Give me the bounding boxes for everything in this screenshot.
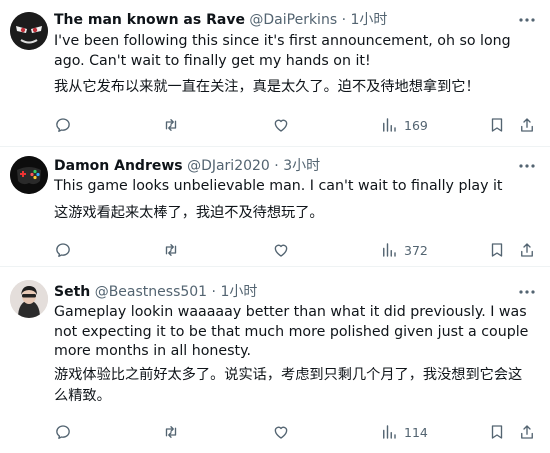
share-icon xyxy=(521,118,533,132)
retweet-icon xyxy=(165,119,177,131)
bookmark-icon xyxy=(491,118,503,132)
heart-icon xyxy=(274,244,288,257)
separator-dot: · xyxy=(211,284,216,300)
share-icon xyxy=(521,243,533,257)
views-count: 114 xyxy=(404,424,428,440)
timestamp[interactable]: 1小时 xyxy=(350,12,387,28)
reply-icon xyxy=(56,118,70,132)
share-button[interactable] xyxy=(518,240,536,260)
like-button[interactable] xyxy=(272,422,290,442)
share-icon xyxy=(521,425,533,439)
bookmark-icon xyxy=(491,425,503,439)
separator-dot: · xyxy=(274,158,279,174)
retweet-button[interactable] xyxy=(162,115,180,135)
views-icon xyxy=(383,118,396,132)
tweet-text: I've been following this since it's firs… xyxy=(54,33,511,69)
views-icon xyxy=(383,243,396,257)
retweet-icon xyxy=(165,244,177,256)
reply-icon xyxy=(56,425,70,439)
bookmark-button[interactable] xyxy=(488,422,506,442)
timestamp[interactable]: 3小时 xyxy=(283,158,320,174)
share-button[interactable] xyxy=(518,422,536,442)
heart-icon xyxy=(274,119,288,132)
more-icon[interactable] xyxy=(518,157,536,179)
tweet-text: This game looks unbelievable man. I can'… xyxy=(54,178,503,194)
bookmark-button[interactable] xyxy=(488,115,506,135)
display-name[interactable]: The man known as Rave xyxy=(54,12,245,28)
tweet-translation: 我从它发布以来就一直在关注，真是太久了。迫不及待地想拿到它！ xyxy=(54,79,480,95)
user-handle[interactable]: @Beastness501 xyxy=(95,284,207,300)
views-button[interactable]: 372 xyxy=(380,240,428,260)
user-handle[interactable]: @DJari2020 xyxy=(187,158,270,174)
heart-icon xyxy=(274,426,288,439)
tweet[interactable]: The man known as Rave @DaiPerkins · 1小时 … xyxy=(0,0,550,146)
separator-dot: · xyxy=(341,12,347,28)
views-button[interactable]: 114 xyxy=(380,422,428,442)
action-bar: 169 xyxy=(54,115,533,135)
more-icon[interactable] xyxy=(518,283,536,305)
user-handle[interactable]: @DaiPerkins xyxy=(249,12,337,28)
reply-button[interactable] xyxy=(54,115,72,135)
views-button[interactable]: 169 xyxy=(380,115,428,135)
display-name[interactable]: Damon Andrews xyxy=(54,158,183,174)
action-bar: 372 xyxy=(54,240,533,260)
retweet-icon xyxy=(165,426,177,438)
tweet[interactable]: Damon Andrews @DJari2020 · 3小时 This game… xyxy=(0,147,550,266)
reply-icon xyxy=(56,243,70,257)
more-icon[interactable] xyxy=(518,11,536,33)
action-bar: 114 xyxy=(54,422,533,442)
share-button[interactable] xyxy=(518,115,536,135)
tweet[interactable]: Seth @Beastness501 · 1小时 Gameplay lookin… xyxy=(0,267,550,453)
tweet-translation: 游戏体验比之前好太多了。说实话，考虑到只剩几个月了，我没想到它会这么精致。 xyxy=(54,367,523,404)
like-button[interactable] xyxy=(272,240,290,260)
views-count: 169 xyxy=(404,117,428,133)
avatar[interactable] xyxy=(10,12,48,50)
avatar[interactable] xyxy=(10,156,48,194)
retweet-button[interactable] xyxy=(162,240,180,260)
avatar[interactable] xyxy=(10,280,48,318)
reply-button[interactable] xyxy=(54,240,72,260)
like-button[interactable] xyxy=(272,115,290,135)
views-icon xyxy=(383,425,396,439)
reply-button[interactable] xyxy=(54,422,72,442)
views-count: 372 xyxy=(404,242,428,258)
bookmark-button[interactable] xyxy=(488,240,506,260)
tweet-translation: 这游戏看起来太棒了，我迫不及待想玩了。 xyxy=(54,205,324,221)
tweet-text: Gameplay lookin waaaaay better than what… xyxy=(54,304,529,359)
bookmark-icon xyxy=(491,243,503,257)
display-name[interactable]: Seth xyxy=(54,284,90,300)
retweet-button[interactable] xyxy=(162,422,180,442)
timestamp[interactable]: 1小时 xyxy=(220,284,257,300)
